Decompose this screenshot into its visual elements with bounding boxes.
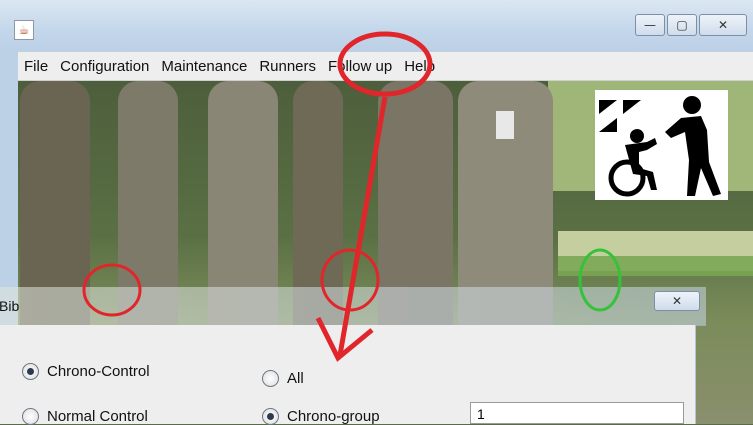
annotation-overlay: [82, 31, 622, 362]
follow-up-highlight-circle: [337, 31, 433, 97]
runner-circle-green: [578, 248, 622, 312]
annotation-arrow: [337, 96, 388, 356]
runner-circle-left: [82, 263, 142, 317]
